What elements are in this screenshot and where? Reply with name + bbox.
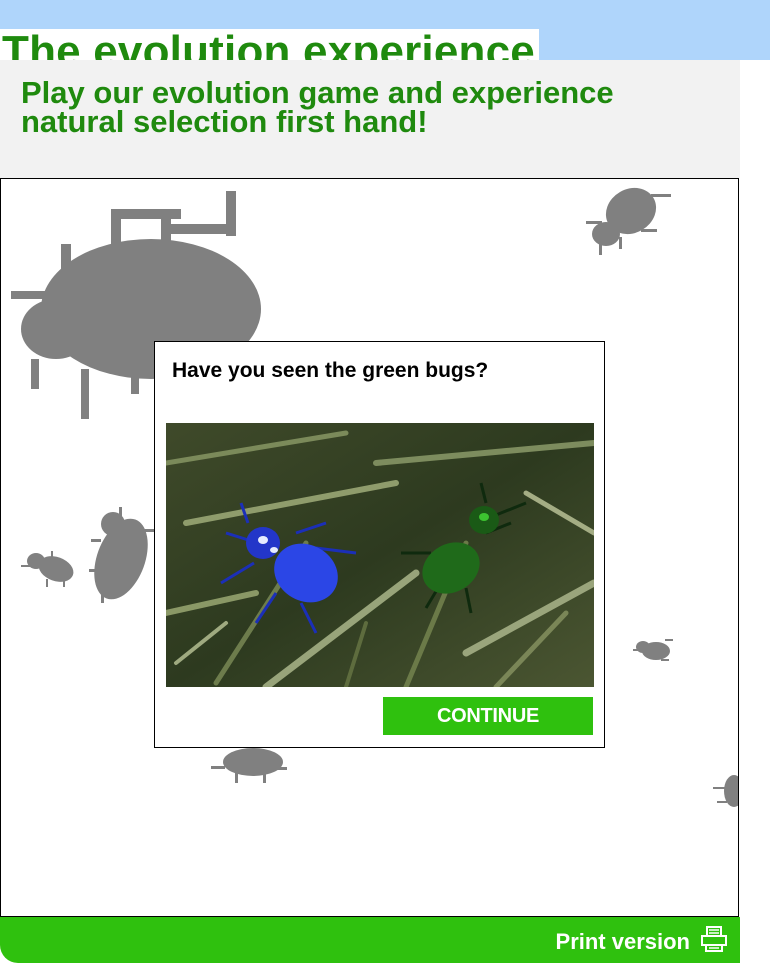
grey-bug-icon — [633, 639, 673, 661]
grey-bug-icon — [713, 775, 738, 807]
grey-bug-icon — [211, 748, 287, 783]
grey-bug-icon — [89, 507, 155, 603]
print-version-label: Print version — [555, 929, 690, 954]
continue-button[interactable]: CONTINUE — [383, 697, 593, 735]
footer-bar: Print version — [0, 917, 740, 963]
green-and-blue-bugs-image — [166, 423, 594, 687]
grey-bug-icon — [586, 187, 671, 255]
intro-text: Play our evolution game and experience n… — [21, 75, 614, 139]
dialog-title: Have you seen the green bugs? — [172, 359, 489, 382]
printer-icon — [700, 925, 728, 959]
print-version-link[interactable]: Print version — [556, 925, 728, 959]
intro-dialog: Have you seen the green bugs? CONTINUE — [154, 341, 605, 748]
game-area[interactable]: Have you seen the green bugs? CONTINUE — [0, 178, 739, 917]
grey-bug-icon — [21, 551, 74, 587]
